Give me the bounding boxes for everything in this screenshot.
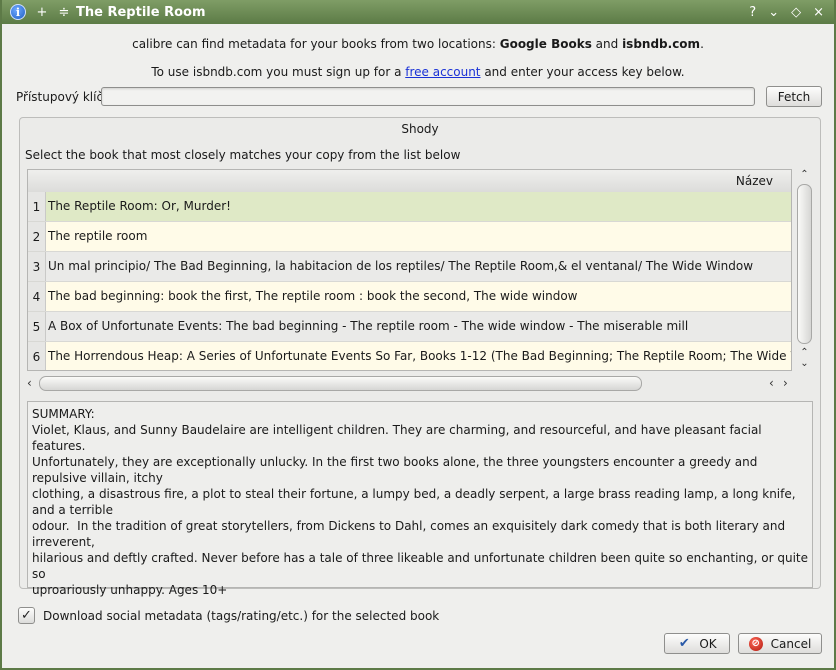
window-title: The Reptile Room (76, 4, 206, 20)
table-row[interactable]: 5 A Box of Unfortunate Events: The bad b… (28, 312, 791, 342)
table-row[interactable]: 1 The Reptile Room: Or, Murder! (28, 192, 791, 222)
access-key-label: Přístupový klíč (16, 90, 104, 104)
table-row[interactable]: 6 The Horrendous Heap: A Series of Unfor… (28, 342, 791, 370)
social-metadata-checkbox[interactable]: ✓ (18, 607, 35, 624)
table-header: Název (28, 170, 791, 193)
summary-text[interactable]: SUMMARY: Violet, Klaus, and Sunny Baudel… (27, 401, 813, 597)
title-bar: i + ≑ The Reptile Room ? ⌄ ◇ × (2, 0, 834, 24)
isbndb-label: isbndb.com (622, 37, 701, 51)
info-icon[interactable]: i (10, 4, 26, 20)
scroll-up-icon[interactable]: ⌃ (794, 169, 815, 180)
cancel-icon: ⊘ (748, 636, 763, 651)
table-row[interactable]: 4 The bad beginning: book the first, The… (28, 282, 791, 312)
row-number: 6 (28, 342, 46, 370)
scroll-left-icon[interactable]: ‹ (27, 376, 32, 390)
ok-label: OK (699, 636, 717, 651)
close-icon[interactable]: × (813, 5, 824, 20)
row-number: 5 (28, 312, 46, 341)
table-vertical-scrollbar[interactable]: ⌃ ⌃ ⌄ (794, 169, 815, 371)
column-header-title[interactable]: Název (736, 174, 773, 188)
dialog-window: i + ≑ The Reptile Room ? ⌄ ◇ × calibre c… (0, 0, 836, 670)
row-number: 2 (28, 222, 46, 251)
matches-table: Název 1 The Reptile Room: Or, Murder! 2 … (27, 169, 792, 371)
row-title[interactable]: The reptile room (48, 222, 147, 251)
scroll-left-alt-icon[interactable]: ‹ (769, 376, 774, 390)
signup-text-prefix: To use isbndb.com you must sign up for a (151, 65, 406, 79)
social-metadata-label[interactable]: Download social metadata (tags/rating/et… (43, 609, 439, 623)
help-icon[interactable]: ? (749, 5, 756, 20)
check-icon: ✓ (21, 608, 32, 623)
row-number: 4 (28, 282, 46, 311)
scroll-right-icon[interactable]: › (783, 376, 788, 390)
minimize-icon[interactable]: ⌄ (768, 5, 779, 20)
matches-instruction: Select the book that most closely matche… (25, 148, 461, 162)
sources-text-and: and (591, 37, 623, 51)
access-key-input[interactable] (101, 87, 755, 106)
fetch-button[interactable]: Fetch (766, 86, 822, 107)
signup-text: To use isbndb.com you must sign up for a… (2, 65, 834, 79)
row-title[interactable]: The Reptile Room: Or, Murder! (48, 192, 231, 221)
scroll-down-icons[interactable]: ⌃ ⌄ (794, 347, 815, 369)
matches-group-title: Shody (401, 122, 439, 136)
table-row[interactable]: 2 The reptile room (28, 222, 791, 252)
horizontal-scroll-thumb[interactable] (39, 376, 642, 391)
row-title[interactable]: A Box of Unfortunate Events: The bad beg… (48, 312, 688, 341)
row-title[interactable]: Un mal principio/ The Bad Beginning, la … (48, 252, 753, 281)
checkmark-icon: ✔ (678, 636, 690, 651)
vertical-scroll-thumb[interactable] (797, 184, 812, 344)
maximize-icon[interactable]: ◇ (791, 5, 801, 20)
table-horizontal-scrollbar[interactable]: ‹ ‹ › (27, 374, 795, 394)
row-title[interactable]: The Horrendous Heap: A Series of Unfortu… (48, 342, 791, 370)
cancel-label: Cancel (770, 636, 812, 651)
pin-icon[interactable]: + (36, 5, 48, 20)
sources-text: calibre can find metadata for your books… (2, 37, 834, 51)
ok-button[interactable]: ✔ OK (664, 633, 730, 654)
signup-text-suffix: and enter your access key below. (480, 65, 685, 79)
row-title[interactable]: The bad beginning: book the first, The r… (48, 282, 577, 311)
google-books-label: Google Books (499, 37, 592, 51)
row-number: 1 (28, 192, 46, 221)
table-row[interactable]: 3 Un mal principio/ The Bad Beginning, l… (28, 252, 791, 282)
sources-text-suffix: . (700, 37, 704, 51)
horizontal-scroll-track[interactable] (39, 376, 790, 391)
row-number: 3 (28, 252, 46, 281)
free-account-link[interactable]: free account (405, 65, 480, 79)
sources-text-prefix: calibre can find metadata for your books… (132, 37, 500, 51)
shade-icon[interactable]: ≑ (58, 5, 70, 20)
cancel-button[interactable]: ⊘ Cancel (738, 633, 822, 654)
